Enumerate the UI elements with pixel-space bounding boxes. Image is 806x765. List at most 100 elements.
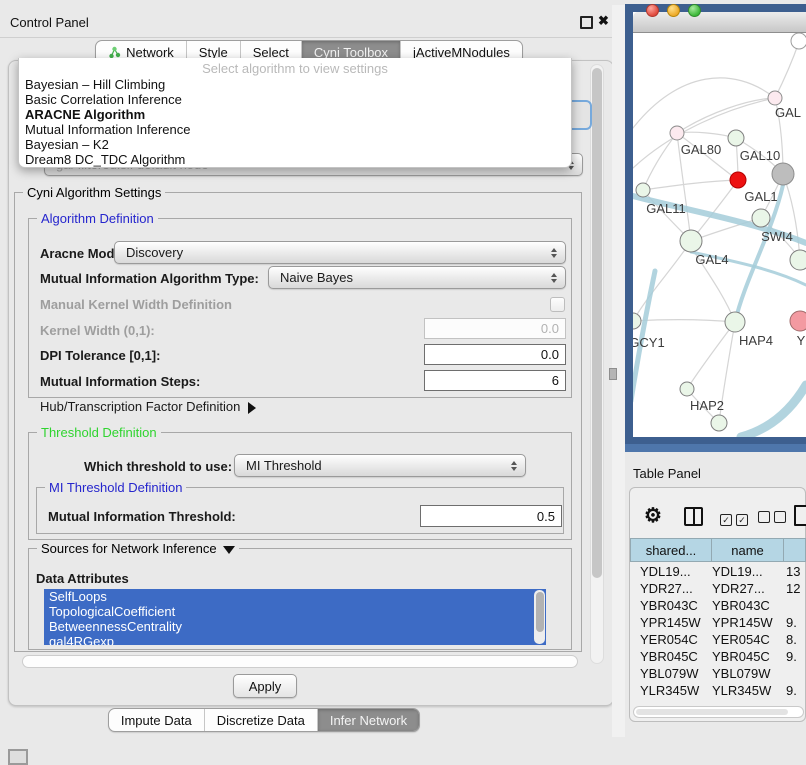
split-columns-icon[interactable] (684, 507, 703, 526)
table-settings-gear-icon[interactable]: ⚙ (644, 503, 662, 528)
dpi-tolerance-input[interactable]: 0.0 (424, 344, 566, 365)
network-node[interactable] (790, 250, 806, 270)
kernel-width-input[interactable]: 0.0 (424, 318, 566, 339)
algorithm-option-bayesian-k2[interactable]: Bayesian – K2 (19, 137, 571, 152)
table-row[interactable]: YDR27...YDR27...12 (630, 580, 806, 597)
table-cell: YIL052C (630, 699, 712, 703)
table-cell: 9. (784, 648, 806, 665)
table-cell: YBR043C (630, 597, 712, 614)
table-cell: YBR045C (712, 648, 784, 665)
scrollbar-thumb[interactable] (636, 709, 788, 715)
network-node[interactable] (633, 313, 641, 329)
panel-title: Control Panel (10, 15, 89, 30)
column-header-name[interactable]: name (712, 538, 784, 562)
table-cell: 9. (784, 614, 806, 631)
attribute-item-betweennesscentrality[interactable]: BetweennessCentrality (44, 619, 546, 634)
manual-kernel-width-checkbox[interactable] (550, 297, 565, 312)
column-header-shared-name[interactable]: shared... (630, 538, 712, 562)
network-node[interactable] (730, 172, 746, 188)
table-row[interactable]: YBR045CYBR045C9. (630, 648, 806, 665)
close-panel-button[interactable]: ✖ (598, 13, 609, 29)
algorithm-option-mutual-information-inference[interactable]: Mutual Information Inference (19, 122, 571, 137)
node-label-gcy1: GCY1 (633, 335, 665, 350)
data-attributes-label: Data Attributes (36, 571, 129, 586)
data-attributes-list[interactable]: SelfLoopsTopologicalCoefficientBetweenne… (44, 589, 546, 645)
algorithm-option-dream8-dc-tdc-algorithm[interactable]: Dream8 DC_TDC Algorithm (19, 152, 571, 167)
table-horizontal-scrollbar[interactable] (633, 706, 804, 718)
attribute-item-gal4rgexp[interactable]: gal4RGexp (44, 634, 546, 645)
table-cell: YLR345W (630, 682, 712, 699)
settings-vertical-scrollbar[interactable] (590, 64, 604, 664)
tab-infer-network[interactable]: Infer Network (317, 709, 419, 731)
hub-transcription-factor-expander[interactable]: Hub/Transcription Factor Definition (40, 399, 256, 414)
node-label-gal80: GAL80 (681, 142, 721, 157)
bottom-tab-group: Impute DataDiscretize DataInfer Network (108, 708, 420, 732)
minimize-window-button[interactable] (667, 4, 680, 17)
network-graph: GALGAL80GAL10GAL1GAL11SWI4GAL4GCY1HAP4YH… (633, 33, 806, 437)
network-canvas[interactable]: GALGAL80GAL10GAL1GAL11SWI4GAL4GCY1HAP4YH… (633, 33, 806, 437)
table-row[interactable]: YBR043CYBR043C (630, 597, 806, 614)
algorithm-option-aracne-algorithm[interactable]: ARACNE Algorithm (19, 107, 571, 122)
network-node[interactable] (725, 312, 745, 332)
attributes-list-scrollbar[interactable] (534, 590, 545, 644)
table-row[interactable]: YPR145WYPR145W9. (630, 614, 806, 631)
table-cell: YBR045C (630, 648, 712, 665)
network-node[interactable] (711, 415, 727, 431)
mi-threshold-input[interactable]: 0.5 (420, 505, 562, 527)
network-window-titlebar[interactable] (633, 12, 806, 33)
table-cell (784, 597, 806, 614)
node-label-gal: GAL (775, 105, 801, 120)
network-node[interactable] (752, 209, 770, 227)
which-threshold-combobox[interactable]: MI Threshold (234, 454, 526, 477)
mi-steps-input[interactable]: 6 (424, 370, 566, 391)
algorithm-option-bayesian-hill-climbing[interactable]: Bayesian – Hill Climbing (19, 77, 571, 92)
panel-dock-icon[interactable] (8, 749, 28, 765)
table-cell: YLR345W (712, 682, 784, 699)
mi-algorithm-type-combobox[interactable]: Naive Bayes (268, 266, 566, 289)
table-cell (784, 665, 806, 682)
table-row[interactable]: YDL19...YDL19...13 (630, 563, 806, 580)
algorithm-dropdown-popup: Select algorithm to view settingsBayesia… (18, 58, 572, 168)
settings-horizontal-scrollbar[interactable] (22, 655, 578, 668)
table-row[interactable]: YER054CYER054C8. (630, 631, 806, 648)
network-node[interactable] (772, 163, 794, 185)
tab-discretize-data[interactable]: Discretize Data (204, 709, 317, 731)
close-window-button[interactable] (646, 4, 659, 17)
node-label-swi4: SWI4 (761, 229, 793, 244)
table-row[interactable]: YLR345WYLR345W9. (630, 682, 806, 699)
which-threshold-value: MI Threshold (246, 458, 322, 473)
table-row[interactable]: YIL052CYIL052C9 (630, 699, 806, 703)
node-label-gal10: GAL10 (740, 148, 780, 163)
tab-impute-data[interactable]: Impute Data (109, 709, 204, 731)
table-row[interactable]: YBL079WYBL079W (630, 665, 806, 682)
network-node[interactable] (768, 91, 782, 105)
algorithm-option-basic-correlation-inference[interactable]: Basic Correlation Inference (19, 92, 571, 107)
apply-button[interactable]: Apply (233, 674, 297, 698)
attribute-item-selfloops[interactable]: SelfLoops (44, 589, 546, 604)
network-node[interactable] (670, 126, 684, 140)
sources-collapse-header[interactable]: Sources for Network Inference (37, 541, 239, 556)
network-node[interactable] (790, 311, 806, 331)
group-title: Algorithm Definition (37, 211, 158, 226)
attribute-item-topologicalcoefficient[interactable]: TopologicalCoefficient (44, 604, 546, 619)
stepper-icon (551, 273, 557, 283)
deselect-all-checkboxes-icon[interactable] (758, 510, 790, 528)
page-icon[interactable] (794, 505, 806, 526)
mi-algorithm-type-label: Mutual Information Algorithm Type: (40, 271, 259, 286)
network-node[interactable] (728, 130, 744, 146)
network-node[interactable] (680, 382, 694, 396)
column-header-clipped[interactable] (784, 538, 806, 562)
select-all-checkboxes-icon[interactable] (720, 510, 752, 528)
node-label-y: Y (797, 333, 806, 348)
network-node[interactable] (636, 183, 650, 197)
stepper-icon (551, 248, 557, 258)
scrollbar-thumb[interactable] (536, 592, 544, 632)
network-node[interactable] (791, 33, 806, 49)
float-window-button[interactable] (580, 16, 593, 29)
table-header-row: shared... name (630, 538, 806, 562)
zoom-window-button[interactable] (688, 4, 701, 17)
splitter-handle[interactable] (609, 368, 617, 380)
network-node[interactable] (680, 230, 702, 252)
aracne-mode-combobox[interactable]: Discovery (114, 241, 566, 264)
scrollbar-thumb[interactable] (592, 68, 602, 578)
